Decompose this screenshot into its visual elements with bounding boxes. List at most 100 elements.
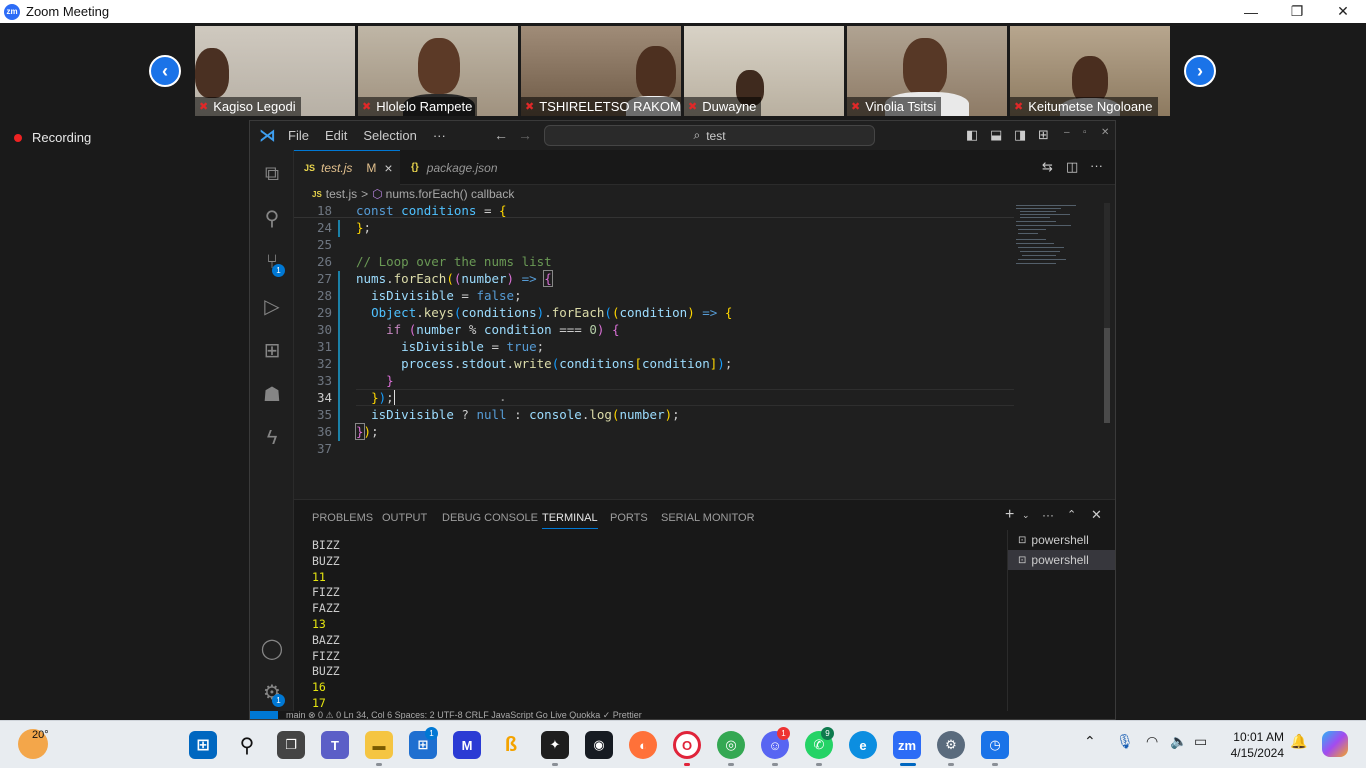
vscode-close-button[interactable]: ✕ xyxy=(1101,127,1109,138)
tab-package-json[interactable]: {} package.json xyxy=(401,150,521,185)
sublime-app-icon[interactable]: ß xyxy=(497,731,525,759)
line-number: 33 xyxy=(316,373,332,388)
settings-badge: 1 xyxy=(272,694,285,707)
terminal-output[interactable]: BIZZ BUZZ 11 FIZZ FAZZ 13 BAZZ FIZZ BUZZ… xyxy=(312,538,340,712)
breadcrumb-symbol[interactable]: nums.forEach() callback xyxy=(386,187,515,201)
weather-temp: 20° xyxy=(32,729,49,741)
close-button[interactable]: ✕ xyxy=(1320,0,1366,23)
battery-icon[interactable]: ▭ xyxy=(1194,733,1207,750)
maximize-panel-icon[interactable]: ⌃ xyxy=(1067,508,1076,521)
panel-tab-output[interactable]: OUTPUT xyxy=(382,512,427,524)
task-view-icon[interactable]: ❐ xyxy=(277,731,305,759)
line-number: 32 xyxy=(316,356,332,371)
panel-tab-problems[interactable]: PROBLEMS xyxy=(312,512,373,524)
menu-file[interactable]: File xyxy=(288,128,309,143)
line-number: 28 xyxy=(316,288,332,303)
open-changes-icon[interactable]: ⇆ xyxy=(1042,159,1053,175)
system-clock[interactable]: 10:01 AM 4/15/2024 xyxy=(1231,729,1284,761)
terminal-dropdown-icon[interactable]: ⌄ xyxy=(1022,510,1030,521)
editor-scrollbar[interactable] xyxy=(1104,203,1110,423)
minimap[interactable] xyxy=(1014,203,1104,273)
search-icon[interactable]: ⚲ xyxy=(233,731,261,759)
participant-tile[interactable]: ✖ Hlolelo Rampete xyxy=(358,26,518,116)
menu-more[interactable]: ··· xyxy=(433,128,446,143)
command-center-search[interactable]: ⌕ test xyxy=(544,125,875,146)
clock-app-icon[interactable]: ◷ xyxy=(981,731,1009,759)
firefox-icon[interactable]: ◐ xyxy=(629,731,657,759)
customize-layout-icon[interactable]: ⊞ xyxy=(1038,127,1049,143)
toggle-secondary-sidebar-icon[interactable]: ◨ xyxy=(1014,127,1026,143)
thunder-client-icon[interactable]: ϟ xyxy=(250,418,294,458)
participant-tile[interactable]: ✖ Duwayne xyxy=(684,26,844,116)
extensions-icon[interactable]: ⊞ xyxy=(250,330,294,370)
clock-time: 10:01 AM xyxy=(1233,730,1284,744)
restore-button[interactable]: ❐ xyxy=(1274,0,1320,23)
opera-icon[interactable]: O xyxy=(673,731,701,759)
volume-icon[interactable]: 🔈 xyxy=(1170,733,1187,750)
notification-bell-icon[interactable]: 🔔 xyxy=(1290,733,1307,750)
more-actions-icon[interactable]: ··· xyxy=(1090,158,1103,173)
split-editor-icon[interactable]: ◫ xyxy=(1066,159,1078,175)
copilot-icon[interactable] xyxy=(1322,731,1348,757)
testing-alien-icon[interactable]: ☗ xyxy=(250,374,294,414)
vscode-minimize-button[interactable]: – xyxy=(1064,127,1070,138)
zoom-app-icon[interactable]: zm xyxy=(893,731,921,759)
chrome-icon[interactable]: ◎ xyxy=(717,731,745,759)
menu-selection[interactable]: Selection xyxy=(363,128,416,143)
figma-icon[interactable]: ✦ xyxy=(541,731,569,759)
line-number: 37 xyxy=(316,441,332,456)
terminal-line: BIZZ xyxy=(312,538,340,552)
tab-test-js[interactable]: JS test.js M × xyxy=(294,150,400,185)
toggle-panel-icon[interactable]: ⬓ xyxy=(990,127,1002,143)
microphone-icon[interactable]: 🎙 xyxy=(1116,733,1134,750)
show-hidden-icons-chevron-icon[interactable]: ⌃ xyxy=(1084,733,1096,750)
editor-tabs: JS test.js M × {} package.json ⇆ ◫ ··· xyxy=(294,150,1115,185)
close-panel-icon[interactable]: ✕ xyxy=(1091,507,1102,523)
wifi-icon[interactable]: ◠ xyxy=(1146,733,1158,750)
breadcrumb-file[interactable]: test.js xyxy=(326,187,357,201)
vscode-title-bar: ⋊ File Edit Selection ··· ← → ⌕ test ◧ ⬓… xyxy=(250,121,1115,150)
forward-arrow-icon[interactable]: → xyxy=(518,127,532,143)
explorer-icon[interactable]: ⧉ xyxy=(250,154,294,194)
gallery-next-button[interactable]: › xyxy=(1184,55,1216,87)
toggle-primary-sidebar-icon[interactable]: ◧ xyxy=(966,127,978,143)
menu-edit[interactable]: Edit xyxy=(325,128,347,143)
participant-tile[interactable]: ✖ TSHIRELETSO RAKOMA xyxy=(521,26,681,116)
settings-app-icon[interactable]: ⚙ xyxy=(937,731,965,759)
terminal-instance[interactable]: ⊡ powershell xyxy=(1008,530,1115,550)
search-view-icon[interactable]: ⚲ xyxy=(250,198,294,238)
participant-name: Keitumetse Ngoloane xyxy=(1028,99,1153,114)
settings-gear-icon[interactable]: ⚙ 1 xyxy=(250,672,294,712)
store-badge: 1 xyxy=(425,727,438,740)
github-desktop-icon[interactable]: ◉ xyxy=(585,731,613,759)
participant-tile[interactable]: ✖ Keitumetse Ngoloane xyxy=(1010,26,1170,116)
minimize-button[interactable]: — xyxy=(1228,0,1274,23)
run-debug-icon[interactable]: ▷ xyxy=(250,286,294,326)
panel-tab-debug-console[interactable]: DEBUG CONSOLE xyxy=(442,512,538,524)
accounts-icon[interactable]: ◯ xyxy=(250,628,294,668)
new-terminal-plus-icon[interactable]: + xyxy=(1005,506,1014,524)
gallery-prev-button[interactable]: ‹ xyxy=(149,55,181,87)
terminal-instance-active[interactable]: ⊡ powershell xyxy=(1008,550,1115,570)
panel-tab-ports[interactable]: PORTS xyxy=(610,512,648,524)
tab-close-icon[interactable]: × xyxy=(384,160,392,176)
file-explorer-icon[interactable]: ▬ xyxy=(365,731,393,759)
vscode-insiders-icon[interactable]: M xyxy=(453,731,481,759)
vscode-maximize-button[interactable]: ▫ xyxy=(1083,127,1087,138)
edge-icon[interactable]: e xyxy=(849,731,877,759)
source-control-icon[interactable]: ⑂ 1 xyxy=(250,242,294,282)
status-text[interactable]: main ⊗ 0 ⚠ 0 Ln 34, Col 6 Spaces: 2 UTF-… xyxy=(286,711,642,719)
participant-tile[interactable]: ✖ Vinolia Tsitsi xyxy=(847,26,1007,116)
code-editor[interactable]: 18 24 25 26 27 28 29 30 31 32 33 34 35 3… xyxy=(294,203,1014,456)
panel-tab-terminal[interactable]: TERMINAL xyxy=(542,512,598,529)
tab-label: package.json xyxy=(426,160,498,175)
back-arrow-icon[interactable]: ← xyxy=(494,127,508,143)
panel-tab-serial-monitor[interactable]: SERIAL MONITOR xyxy=(661,512,755,524)
discord-badge: 1 xyxy=(777,727,790,740)
participant-tile[interactable]: ✖ Kagiso Legodi xyxy=(195,26,355,116)
start-windows-icon[interactable]: ⊞ xyxy=(189,731,217,759)
terminal-list: ⊡ powershell ⊡ powershell xyxy=(1007,530,1115,719)
panel-more-icon[interactable]: ··· xyxy=(1042,508,1054,522)
teams-icon[interactable]: T xyxy=(321,731,349,759)
code-line: }); xyxy=(355,423,379,440)
